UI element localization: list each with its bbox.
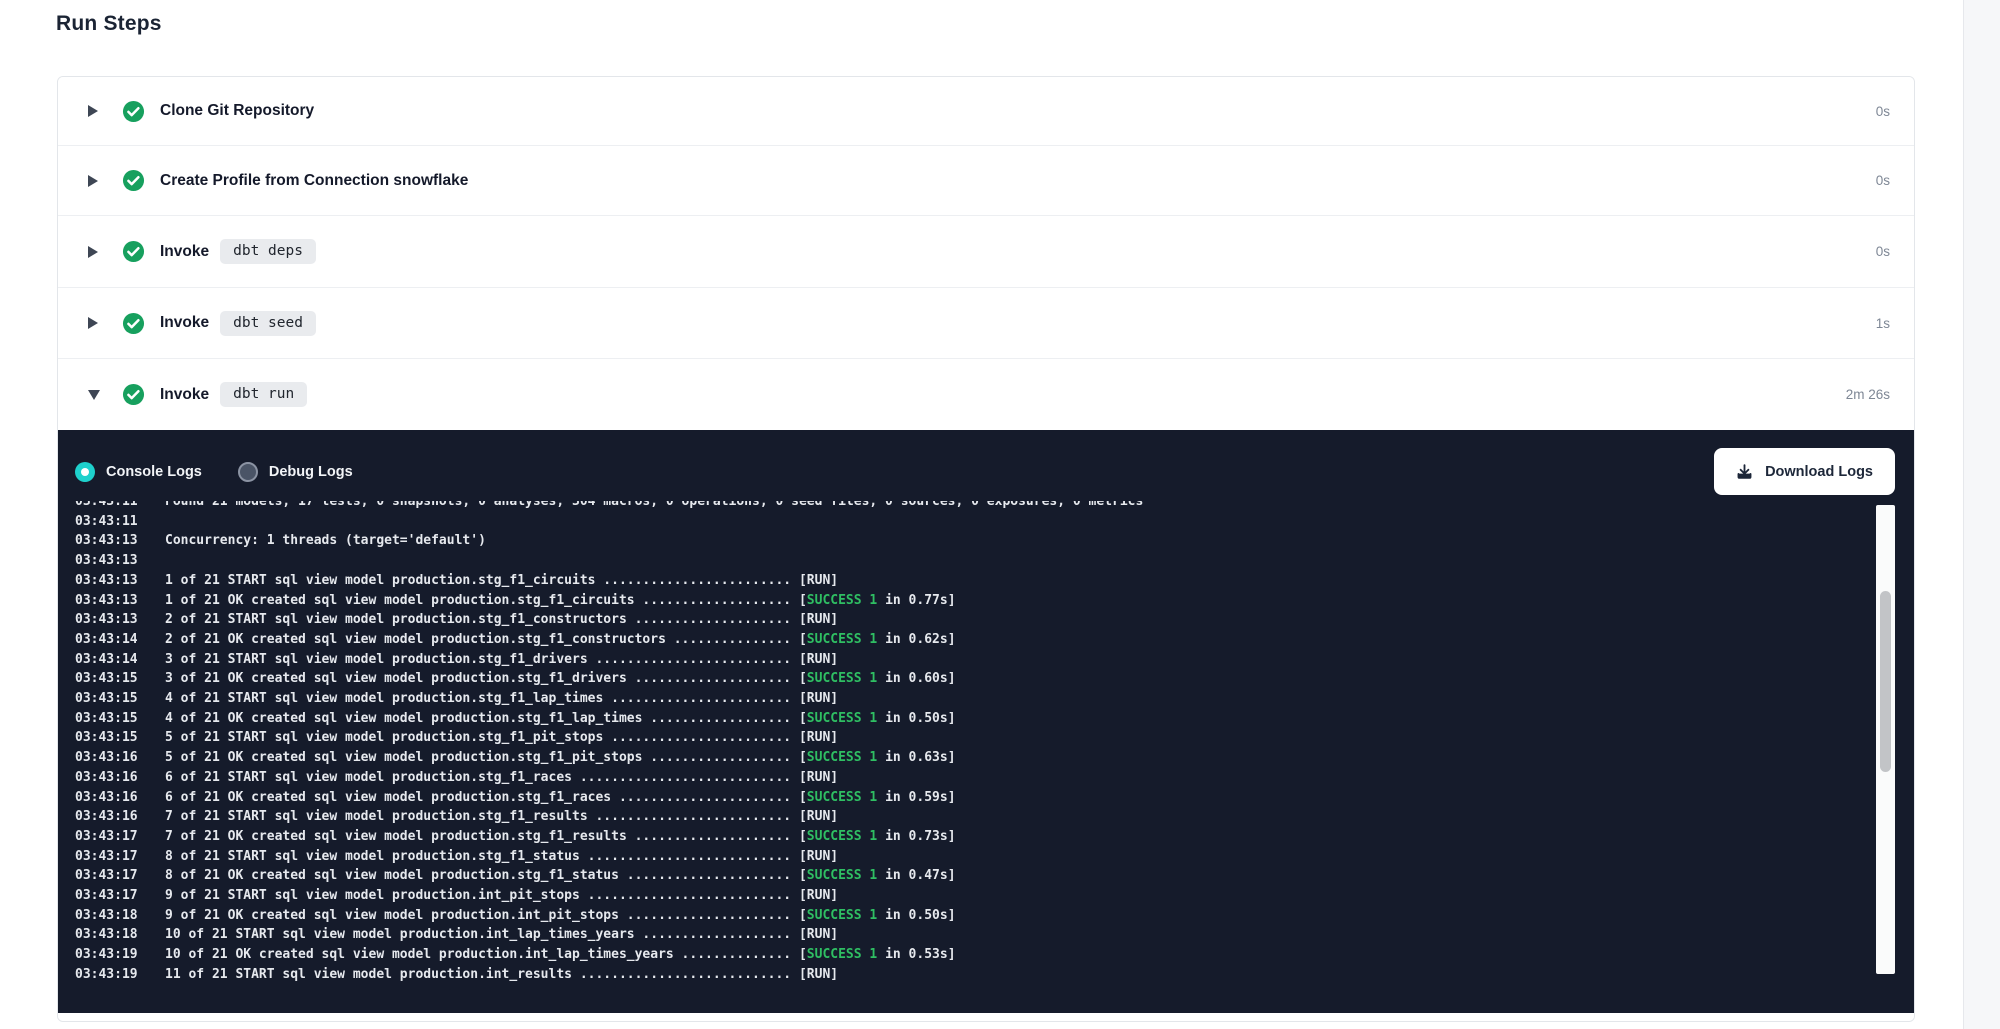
log-line: 03:43:142 of 21 OK created sql view mode… bbox=[75, 630, 1868, 650]
step-row-invoke-dbt-run[interactable]: Invoke dbt run 2m 26s bbox=[58, 359, 1914, 430]
console-logs-label[interactable]: Console Logs bbox=[106, 464, 202, 480]
debug-logs-label[interactable]: Debug Logs bbox=[269, 464, 353, 480]
chevron-right-icon[interactable] bbox=[88, 105, 104, 117]
command-badge: dbt seed bbox=[220, 311, 316, 336]
log-toolbar: Console Logs Debug Logs Download Logs bbox=[75, 448, 1895, 495]
step-duration: 1s bbox=[1876, 316, 1890, 331]
debug-logs-radio[interactable]: Debug Logs bbox=[238, 462, 353, 482]
log-line: 03:43:1910 of 21 OK created sql view mod… bbox=[75, 945, 1868, 965]
log-line: 03:43:11Found 21 models, 17 tests, 0 sna… bbox=[75, 501, 1868, 512]
download-icon bbox=[1736, 463, 1753, 480]
step-row-create-profile[interactable]: Create Profile from Connection snowflake… bbox=[58, 146, 1914, 216]
success-check-icon bbox=[122, 312, 145, 335]
log-line: 03:43:154 of 21 OK created sql view mode… bbox=[75, 709, 1868, 729]
log-lines: 03:43:11Found 21 models, 17 tests, 0 sna… bbox=[75, 501, 1868, 985]
log-line: 03:43:178 of 21 OK created sql view mode… bbox=[75, 866, 1868, 886]
log-line: 03:43:13 bbox=[75, 551, 1868, 571]
log-line: 03:43:1810 of 21 START sql view model pr… bbox=[75, 925, 1868, 945]
step-label: Invoke bbox=[160, 314, 209, 332]
page-right-gutter bbox=[1963, 0, 2000, 1029]
log-line: 03:43:178 of 21 START sql view model pro… bbox=[75, 847, 1868, 867]
chevron-down-icon[interactable] bbox=[88, 390, 104, 400]
console-log-output[interactable]: 03:43:11Found 21 models, 17 tests, 0 sna… bbox=[75, 501, 1868, 995]
chevron-right-icon[interactable] bbox=[88, 175, 104, 187]
log-line: 03:43:179 of 21 START sql view model pro… bbox=[75, 886, 1868, 906]
log-line: 03:43:166 of 21 START sql view model pro… bbox=[75, 768, 1868, 788]
log-panel: Console Logs Debug Logs Download Logs 03… bbox=[58, 430, 1914, 1013]
radio-selected-icon[interactable] bbox=[75, 462, 95, 482]
success-check-icon bbox=[122, 240, 145, 263]
log-line: 03:43:131 of 21 OK created sql view mode… bbox=[75, 591, 1868, 611]
step-label: Clone Git Repository bbox=[160, 102, 314, 120]
log-line: 03:43:13Concurrency: 1 threads (target='… bbox=[75, 531, 1868, 551]
log-line: 03:43:166 of 21 OK created sql view mode… bbox=[75, 788, 1868, 808]
log-line: 03:43:189 of 21 OK created sql view mode… bbox=[75, 906, 1868, 926]
success-check-icon bbox=[122, 383, 145, 406]
download-logs-button[interactable]: Download Logs bbox=[1714, 448, 1895, 495]
download-logs-label: Download Logs bbox=[1765, 464, 1873, 480]
step-label: Invoke bbox=[160, 386, 209, 404]
log-line: 03:43:11 bbox=[75, 512, 1868, 532]
log-line: 03:43:153 of 21 OK created sql view mode… bbox=[75, 669, 1868, 689]
page-title: Run Steps bbox=[56, 12, 162, 36]
log-line: 03:43:143 of 21 START sql view model pro… bbox=[75, 650, 1868, 670]
console-logs-radio[interactable]: Console Logs bbox=[75, 462, 202, 482]
success-check-icon bbox=[122, 169, 145, 192]
card-bottom-gap bbox=[58, 1013, 1914, 1022]
step-duration: 0s bbox=[1876, 173, 1890, 188]
radio-unselected-icon[interactable] bbox=[238, 462, 258, 482]
chevron-right-icon[interactable] bbox=[88, 246, 104, 258]
log-line: 03:43:132 of 21 START sql view model pro… bbox=[75, 610, 1868, 630]
step-row-clone-git-repository[interactable]: Clone Git Repository 0s bbox=[58, 77, 1914, 146]
step-duration: 0s bbox=[1876, 244, 1890, 259]
log-scrollbar-track[interactable] bbox=[1876, 505, 1895, 974]
log-line: 03:43:131 of 21 START sql view model pro… bbox=[75, 571, 1868, 591]
chevron-right-icon[interactable] bbox=[88, 317, 104, 329]
log-line: 03:43:167 of 21 START sql view model pro… bbox=[75, 807, 1868, 827]
log-type-radio-group: Console Logs Debug Logs bbox=[75, 462, 353, 482]
step-label: Create Profile from Connection snowflake bbox=[160, 172, 468, 190]
command-badge: dbt run bbox=[220, 382, 307, 407]
log-line: 03:43:165 of 21 OK created sql view mode… bbox=[75, 748, 1868, 768]
step-duration: 0s bbox=[1876, 104, 1890, 119]
step-duration: 2m 26s bbox=[1846, 387, 1890, 402]
run-steps-card: Clone Git Repository 0s Create Profile f… bbox=[57, 76, 1915, 1022]
log-line: 03:43:1911 of 21 START sql view model pr… bbox=[75, 965, 1868, 985]
step-row-invoke-dbt-seed[interactable]: Invoke dbt seed 1s bbox=[58, 288, 1914, 359]
step-label: Invoke bbox=[160, 243, 209, 261]
step-row-invoke-dbt-deps[interactable]: Invoke dbt deps 0s bbox=[58, 216, 1914, 288]
log-line: 03:43:177 of 21 OK created sql view mode… bbox=[75, 827, 1868, 847]
log-line: 03:43:155 of 21 START sql view model pro… bbox=[75, 728, 1868, 748]
log-scrollbar-thumb[interactable] bbox=[1880, 591, 1891, 772]
log-line: 03:43:154 of 21 START sql view model pro… bbox=[75, 689, 1868, 709]
success-check-icon bbox=[122, 100, 145, 123]
command-badge: dbt deps bbox=[220, 239, 316, 264]
